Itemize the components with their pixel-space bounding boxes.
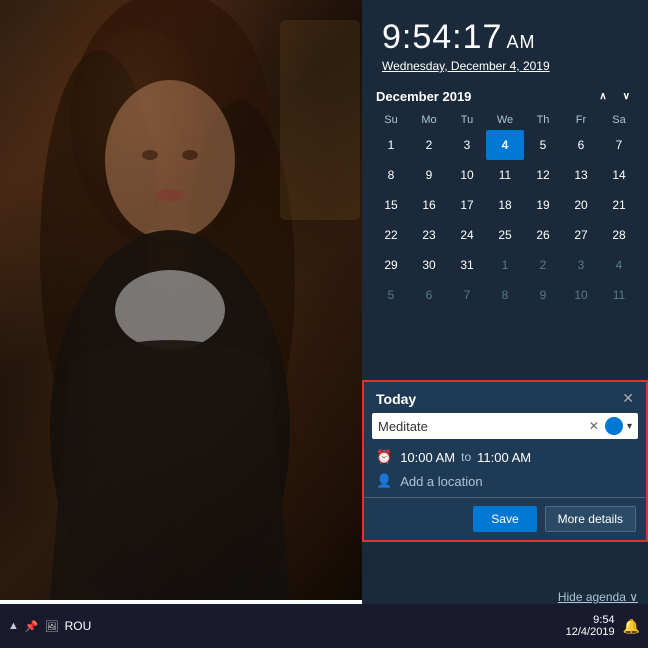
calendar-day-cell[interactable]: 30 (410, 250, 448, 280)
event-clear-button[interactable]: ✕ (589, 419, 599, 433)
calendar-day-cell[interactable]: 23 (410, 220, 448, 250)
calendar-day-cell[interactable]: 2 (524, 250, 562, 280)
location-icon: 👤 (376, 473, 392, 489)
calendar-day-cell[interactable]: 25 (486, 220, 524, 250)
taskbar-date: 12/4/2019 (566, 626, 615, 638)
taskbar-clock[interactable]: 9:54 12/4/2019 (566, 614, 615, 638)
event-dropdown-chevron[interactable]: ▾ (627, 421, 632, 432)
calendar-day-cell[interactable]: 1 (372, 130, 410, 160)
calendar-day-cell[interactable]: 7 (600, 130, 638, 160)
hide-agenda-button[interactable]: Hide agenda ∨ (558, 590, 638, 604)
taskbar-notification-icon[interactable]: 🔔 (623, 618, 640, 635)
calendar-day-cell[interactable]: 3 (562, 250, 600, 280)
time-row: ⏰ 10:00 AM to 11:00 AM (364, 445, 646, 469)
time-clock-icon: ⏰ (376, 449, 392, 465)
calendar-day-cell[interactable]: 31 (448, 250, 486, 280)
calendar-day-cell[interactable]: 13 (562, 160, 600, 190)
time-to-value[interactable]: 11:00 AM (477, 450, 531, 465)
calendar-day-cell[interactable]: 16 (410, 190, 448, 220)
calendar-day-cell[interactable]: 22 (372, 220, 410, 250)
calendar-day-cell[interactable]: 15 (372, 190, 410, 220)
time-from-value[interactable]: 10:00 AM (400, 450, 455, 465)
calendar-day-header: Su (372, 110, 410, 130)
calendar-day-cell[interactable]: 7 (448, 280, 486, 310)
calendar-next-button[interactable]: ∨ (619, 89, 634, 104)
calendar-day-cell[interactable]: 3 (448, 130, 486, 160)
calendar-nav: ∧ ∨ (595, 89, 634, 104)
today-panel-header: Today ✕ (364, 382, 646, 413)
taskbar-chevron-icon[interactable]: ▲ (8, 620, 19, 632)
clock-ampm: AM (506, 32, 535, 52)
calendar-day-cell[interactable]: 10 (448, 160, 486, 190)
calendar-day-header: Tu (448, 110, 486, 130)
taskbar-display-icon[interactable]: 🖼 (45, 620, 59, 633)
taskbar: ▲ 📌 🖼 ROU 9:54 12/4/2019 🔔 (0, 604, 648, 648)
calendar-day-cell[interactable]: 5 (372, 280, 410, 310)
calendar-day-cell[interactable]: 12 (524, 160, 562, 190)
background-photo (0, 0, 370, 600)
calendar-day-cell[interactable]: 21 (600, 190, 638, 220)
taskbar-pin-icon[interactable]: 📌 (25, 620, 39, 633)
calendar-prev-button[interactable]: ∧ (595, 89, 610, 104)
calendar-day-cell[interactable]: 4 (486, 130, 524, 160)
add-location-button[interactable]: Add a location (400, 474, 482, 489)
today-panel: Today ✕ ✕ ▾ ⏰ 10:00 AM to 11:00 AM 👤 Add… (364, 382, 646, 540)
calendar-day-header: Mo (410, 110, 448, 130)
calendar-day-cell[interactable]: 5 (524, 130, 562, 160)
calendar-day-header: Fr (562, 110, 600, 130)
calendar-day-cell[interactable]: 29 (372, 250, 410, 280)
calendar-section: December 2019 ∧ ∨ SuMoTuWeThFrSa 1234567… (362, 83, 648, 310)
calendar-day-cell[interactable]: 18 (486, 190, 524, 220)
calendar-month-year: December 2019 (376, 89, 471, 104)
calendar-header: December 2019 ∧ ∨ (372, 83, 638, 110)
today-close-button[interactable]: ✕ (622, 390, 634, 407)
clock-date[interactable]: Wednesday, December 4, 2019 (382, 59, 628, 73)
calendar-day-cell[interactable]: 10 (562, 280, 600, 310)
calendar-day-cell[interactable]: 4 (600, 250, 638, 280)
calendar-day-cell[interactable]: 19 (524, 190, 562, 220)
clock-time-value: 9:54:17 (382, 18, 502, 56)
event-input-row: ✕ ▾ (372, 413, 638, 439)
calendar-day-cell[interactable]: 26 (524, 220, 562, 250)
more-details-button[interactable]: More details (545, 506, 636, 532)
calendar-day-cell[interactable]: 11 (600, 280, 638, 310)
today-title: Today (376, 391, 416, 407)
calendar-day-cell[interactable]: 6 (562, 130, 600, 160)
calendar-day-header: We (486, 110, 524, 130)
event-name-input[interactable] (378, 419, 589, 434)
calendar-day-header: Sa (600, 110, 638, 130)
calendar-day-cell[interactable]: 9 (524, 280, 562, 310)
calendar-day-header: Th (524, 110, 562, 130)
calendar-day-cell[interactable]: 9 (410, 160, 448, 190)
calendar-day-cell[interactable]: 1 (486, 250, 524, 280)
calendar-day-cell[interactable]: 27 (562, 220, 600, 250)
event-popup-wrapper: Today ✕ ✕ ▾ ⏰ 10:00 AM to 11:00 AM 👤 Add… (362, 380, 648, 542)
calendar-day-cell[interactable]: 8 (486, 280, 524, 310)
time-to-label: to (461, 450, 471, 464)
location-row: 👤 Add a location (364, 469, 646, 498)
calendar-day-cell[interactable]: 11 (486, 160, 524, 190)
calendar-day-cell[interactable]: 20 (562, 190, 600, 220)
calendar-day-cell[interactable]: 2 (410, 130, 448, 160)
calendar-day-cell[interactable]: 24 (448, 220, 486, 250)
right-panel: 9:54:17AM Wednesday, December 4, 2019 De… (362, 0, 648, 648)
calendar-day-cell[interactable]: 6 (410, 280, 448, 310)
clock-time: 9:54:17AM (382, 18, 628, 57)
calendar-day-cell[interactable]: 14 (600, 160, 638, 190)
button-row: Save More details (364, 498, 646, 540)
taskbar-lang-indicator[interactable]: ROU (65, 619, 92, 633)
taskbar-time: 9:54 (566, 614, 615, 626)
event-color-circle[interactable] (605, 417, 623, 435)
taskbar-right: 9:54 12/4/2019 🔔 (566, 614, 648, 638)
save-button[interactable]: Save (473, 506, 536, 532)
calendar-grid: SuMoTuWeThFrSa 1234567891011121314151617… (372, 110, 638, 310)
calendar-day-cell[interactable]: 28 (600, 220, 638, 250)
calendar-day-cell[interactable]: 8 (372, 160, 410, 190)
taskbar-left: ▲ 📌 🖼 ROU (0, 619, 99, 633)
clock-section: 9:54:17AM Wednesday, December 4, 2019 (362, 0, 648, 83)
calendar-day-cell[interactable]: 17 (448, 190, 486, 220)
